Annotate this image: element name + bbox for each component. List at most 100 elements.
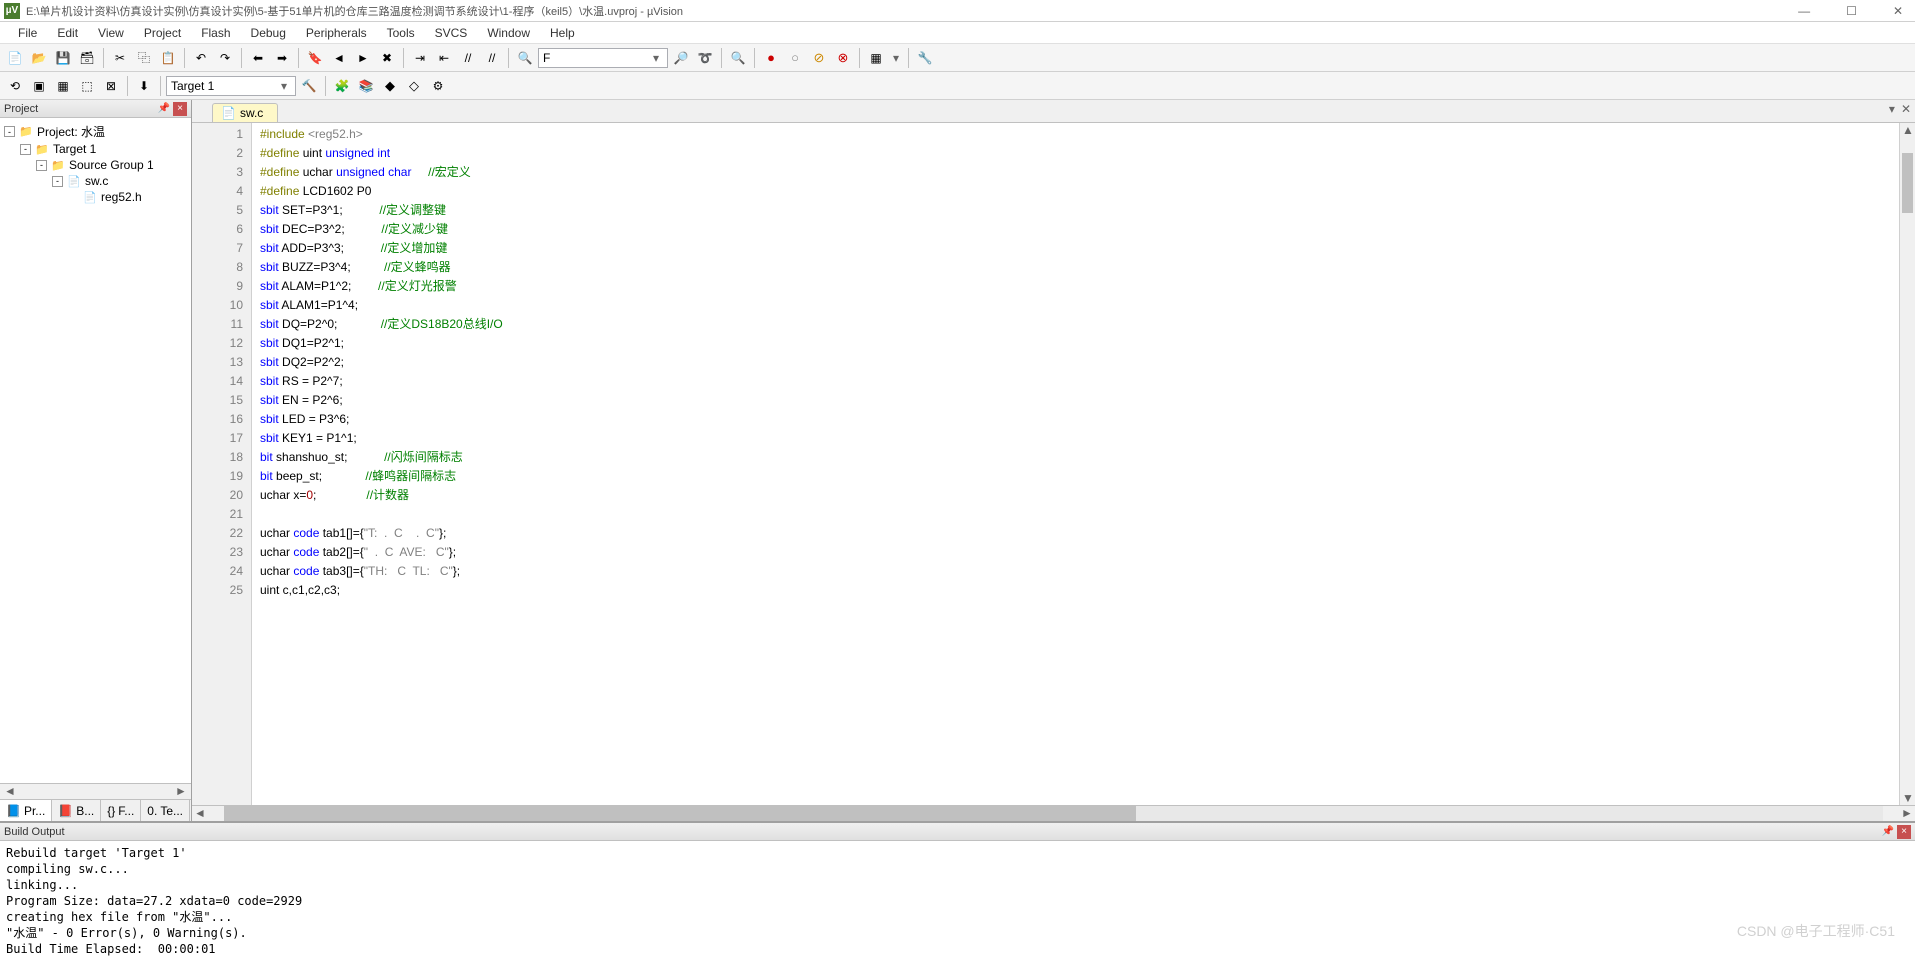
menu-peripherals[interactable]: Peripherals — [296, 24, 377, 42]
minimize-button[interactable]: — — [1790, 2, 1818, 20]
undo-icon[interactable]: ↶ — [190, 47, 212, 69]
tree-item[interactable]: -📄sw.c — [4, 173, 187, 189]
bookmark-next-icon[interactable]: ► — [352, 47, 374, 69]
options-icon[interactable]: 🔨 — [298, 75, 320, 97]
tree-toggle-icon[interactable]: - — [20, 144, 31, 155]
tree-toggle-icon[interactable]: - — [36, 160, 47, 171]
project-tree[interactable]: -📁Project: 水温-📁Target 1-📁Source Group 1-… — [0, 118, 191, 783]
stop-build-icon[interactable]: ⊠ — [100, 75, 122, 97]
panel-tab[interactable]: 📕B... — [52, 800, 101, 821]
editor-tab-swc[interactable]: 📄 sw.c — [212, 103, 278, 122]
panel-tab[interactable]: 0.Te... — [141, 800, 190, 821]
tree-item[interactable]: 📄reg52.h — [4, 189, 187, 205]
save-icon[interactable]: 💾 — [52, 47, 74, 69]
pin-icon[interactable]: 📌 — [1881, 825, 1895, 839]
scroll-right-icon[interactable]: ► — [1899, 806, 1915, 821]
menu-project[interactable]: Project — [134, 24, 191, 42]
nav-forward-icon[interactable]: ➡ — [271, 47, 293, 69]
editor-vscroll[interactable]: ▲ ▼ — [1899, 123, 1915, 805]
menu-svcs[interactable]: SVCS — [425, 24, 478, 42]
breakpoint-disable-icon[interactable]: ○ — [784, 47, 806, 69]
save-all-icon[interactable]: 🗃 — [76, 47, 98, 69]
separator — [298, 48, 299, 68]
pin-icon[interactable]: 📌 — [157, 102, 171, 116]
manage-icon[interactable]: 🧩 — [331, 75, 353, 97]
menu-edit[interactable]: Edit — [47, 24, 88, 42]
comment-icon[interactable]: // — [457, 47, 479, 69]
copy-icon[interactable]: ⿻ — [133, 47, 155, 69]
bookmark-icon[interactable]: 🔖 — [304, 47, 326, 69]
download-icon[interactable]: ⬇ — [133, 75, 155, 97]
menu-debug[interactable]: Debug — [241, 24, 296, 42]
vscroll-thumb[interactable] — [1902, 153, 1913, 213]
scroll-up-icon[interactable]: ▲ — [1900, 123, 1915, 137]
maximize-button[interactable]: ☐ — [1838, 2, 1865, 20]
tab-close-icon[interactable]: ✕ — [1901, 102, 1911, 116]
scroll-left-icon[interactable]: ◄ — [192, 806, 208, 821]
tree-toggle-icon[interactable]: - — [4, 126, 15, 137]
pack-icon[interactable]: ◆ — [379, 75, 401, 97]
scroll-left-icon[interactable]: ◄ — [2, 784, 18, 799]
window-icon[interactable]: ▦ — [865, 47, 887, 69]
tree-item[interactable]: -📁Project: 水温 — [4, 122, 187, 141]
menu-file[interactable]: File — [8, 24, 47, 42]
breakpoint-killall-icon[interactable]: ⊗ — [832, 47, 854, 69]
tab-label: Pr... — [24, 804, 45, 818]
hscroll-thumb[interactable] — [224, 806, 1136, 821]
menu-tools[interactable]: Tools — [377, 24, 425, 42]
indent-icon[interactable]: ⇥ — [409, 47, 431, 69]
breakpoint-kill-icon[interactable]: ⊘ — [808, 47, 830, 69]
incremental-find-icon[interactable]: ➰ — [694, 47, 716, 69]
redo-icon[interactable]: ↷ — [214, 47, 236, 69]
cut-icon[interactable]: ✂ — [109, 47, 131, 69]
batch-build-icon[interactable]: ⬚ — [76, 75, 98, 97]
configure-icon[interactable]: 🔧 — [914, 47, 936, 69]
menu-view[interactable]: View — [88, 24, 134, 42]
find-in-files-icon[interactable]: 🔎 — [670, 47, 692, 69]
uncomment-icon[interactable]: /​/ — [481, 47, 503, 69]
separator — [127, 76, 128, 96]
paste-icon[interactable]: 📋 — [157, 47, 179, 69]
hscroll-track[interactable] — [224, 806, 1883, 821]
target-combo[interactable]: Target 1 ▾ — [166, 76, 296, 96]
close-panel-icon[interactable]: × — [173, 102, 187, 116]
separator — [403, 48, 404, 68]
menu-flash[interactable]: Flash — [191, 24, 240, 42]
close-button[interactable]: ✕ — [1885, 2, 1911, 20]
chevron-down-icon[interactable]: ▾ — [889, 51, 903, 65]
panel-tab[interactable]: 📘Pr... — [0, 800, 52, 821]
nav-back-icon[interactable]: ⬅ — [247, 47, 269, 69]
menu-window[interactable]: Window — [477, 24, 540, 42]
find-icon[interactable]: 🔍 — [514, 47, 536, 69]
code-editor[interactable]: #include <reg52.h>#define uint unsigned … — [252, 123, 1899, 805]
tree-toggle-icon[interactable]: - — [52, 176, 63, 187]
build-output-text[interactable]: Rebuild target 'Target 1' compiling sw.c… — [0, 841, 1915, 961]
menu-help[interactable]: Help — [540, 24, 585, 42]
translate-icon[interactable]: ⟲ — [4, 75, 26, 97]
editor-hscroll[interactable]: ◄ ► — [192, 805, 1915, 821]
toolbar-main: 📄 📂 💾 🗃 ✂ ⿻ 📋 ↶ ↷ ⬅ ➡ 🔖 ◄ ► ✖ ⇥ ⇤ // /​/… — [0, 44, 1915, 72]
breakpoint-icon[interactable]: ● — [760, 47, 782, 69]
manage-rte-icon[interactable]: ⚙ — [427, 75, 449, 97]
tab-icon: 📘 — [6, 804, 21, 818]
bookmark-clear-icon[interactable]: ✖ — [376, 47, 398, 69]
window-title: E:\单片机设计资料\仿真设计实例\仿真设计实例\5-基于51单片机的仓库三路温… — [26, 3, 1790, 19]
close-panel-icon[interactable]: × — [1897, 825, 1911, 839]
rebuild-icon[interactable]: ▦ — [52, 75, 74, 97]
scroll-right-icon[interactable]: ► — [173, 784, 189, 799]
panel-hscroll[interactable]: ◄ ► — [0, 783, 191, 799]
books-icon[interactable]: 📚 — [355, 75, 377, 97]
tree-item[interactable]: -📁Source Group 1 — [4, 157, 187, 173]
new-file-icon[interactable]: 📄 — [4, 47, 26, 69]
find-combo[interactable]: F ▾ — [538, 48, 668, 68]
tab-dropdown-icon[interactable]: ▾ — [1889, 102, 1895, 116]
bookmark-prev-icon[interactable]: ◄ — [328, 47, 350, 69]
outdent-icon[interactable]: ⇤ — [433, 47, 455, 69]
build-icon[interactable]: ▣ — [28, 75, 50, 97]
panel-tab[interactable]: {}F... — [101, 800, 141, 821]
debug-icon[interactable]: 🔍 — [727, 47, 749, 69]
open-file-icon[interactable]: 📂 — [28, 47, 50, 69]
pack2-icon[interactable]: ◇ — [403, 75, 425, 97]
scroll-down-icon[interactable]: ▼ — [1900, 791, 1915, 805]
tree-item[interactable]: -📁Target 1 — [4, 141, 187, 157]
